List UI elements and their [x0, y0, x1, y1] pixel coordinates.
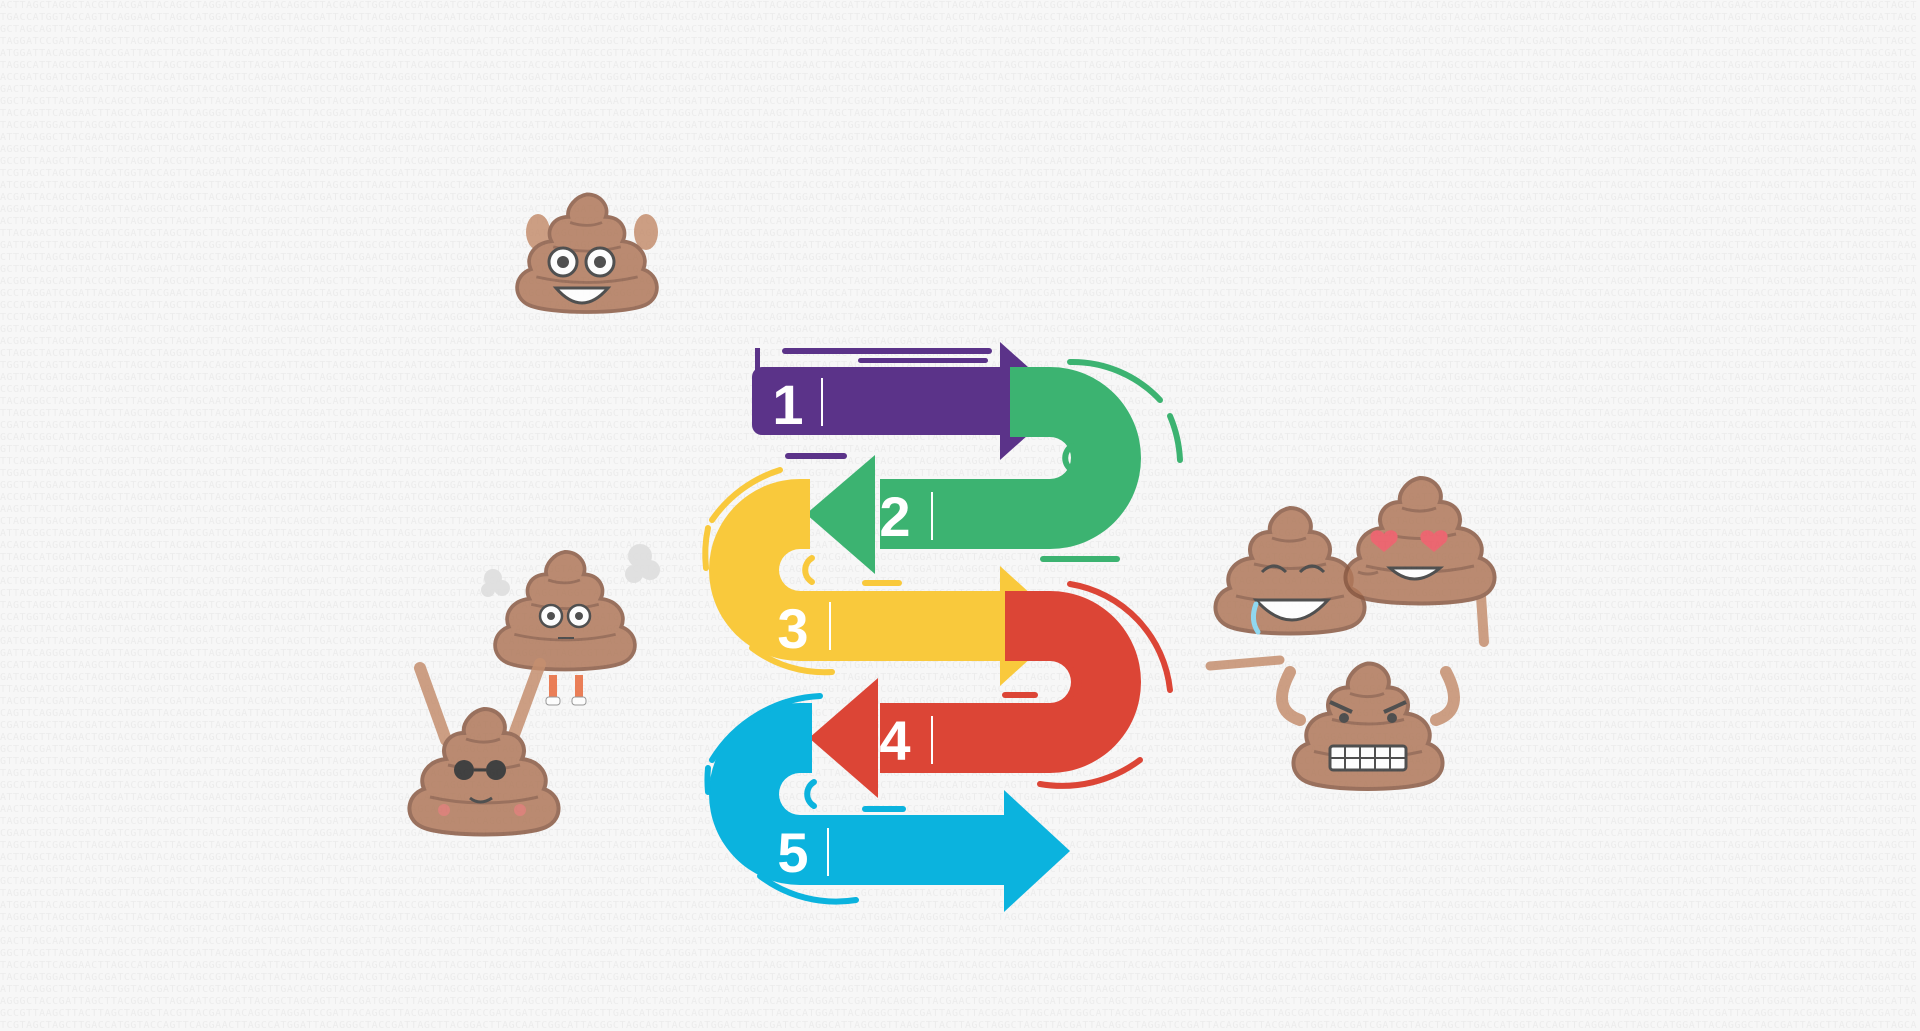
- step-5-number: 5: [777, 821, 808, 884]
- process-diagram-canvas: 1 2 3 4 5: [0, 0, 1920, 912]
- laughing-poop-emoji: [1205, 508, 1365, 671]
- step-1-number: 1: [772, 373, 803, 436]
- angry-poop-emoji: [1276, 664, 1460, 790]
- shy-poop-emoji: [481, 544, 660, 706]
- step-3-number: 3: [777, 597, 808, 660]
- cool-poop-emoji: [409, 658, 558, 835]
- happy-poop-emoji: [517, 194, 658, 312]
- love-poop-emoji: [1345, 478, 1494, 647]
- step-2-number: 2: [879, 485, 910, 548]
- step-4-number: 4: [879, 709, 910, 772]
